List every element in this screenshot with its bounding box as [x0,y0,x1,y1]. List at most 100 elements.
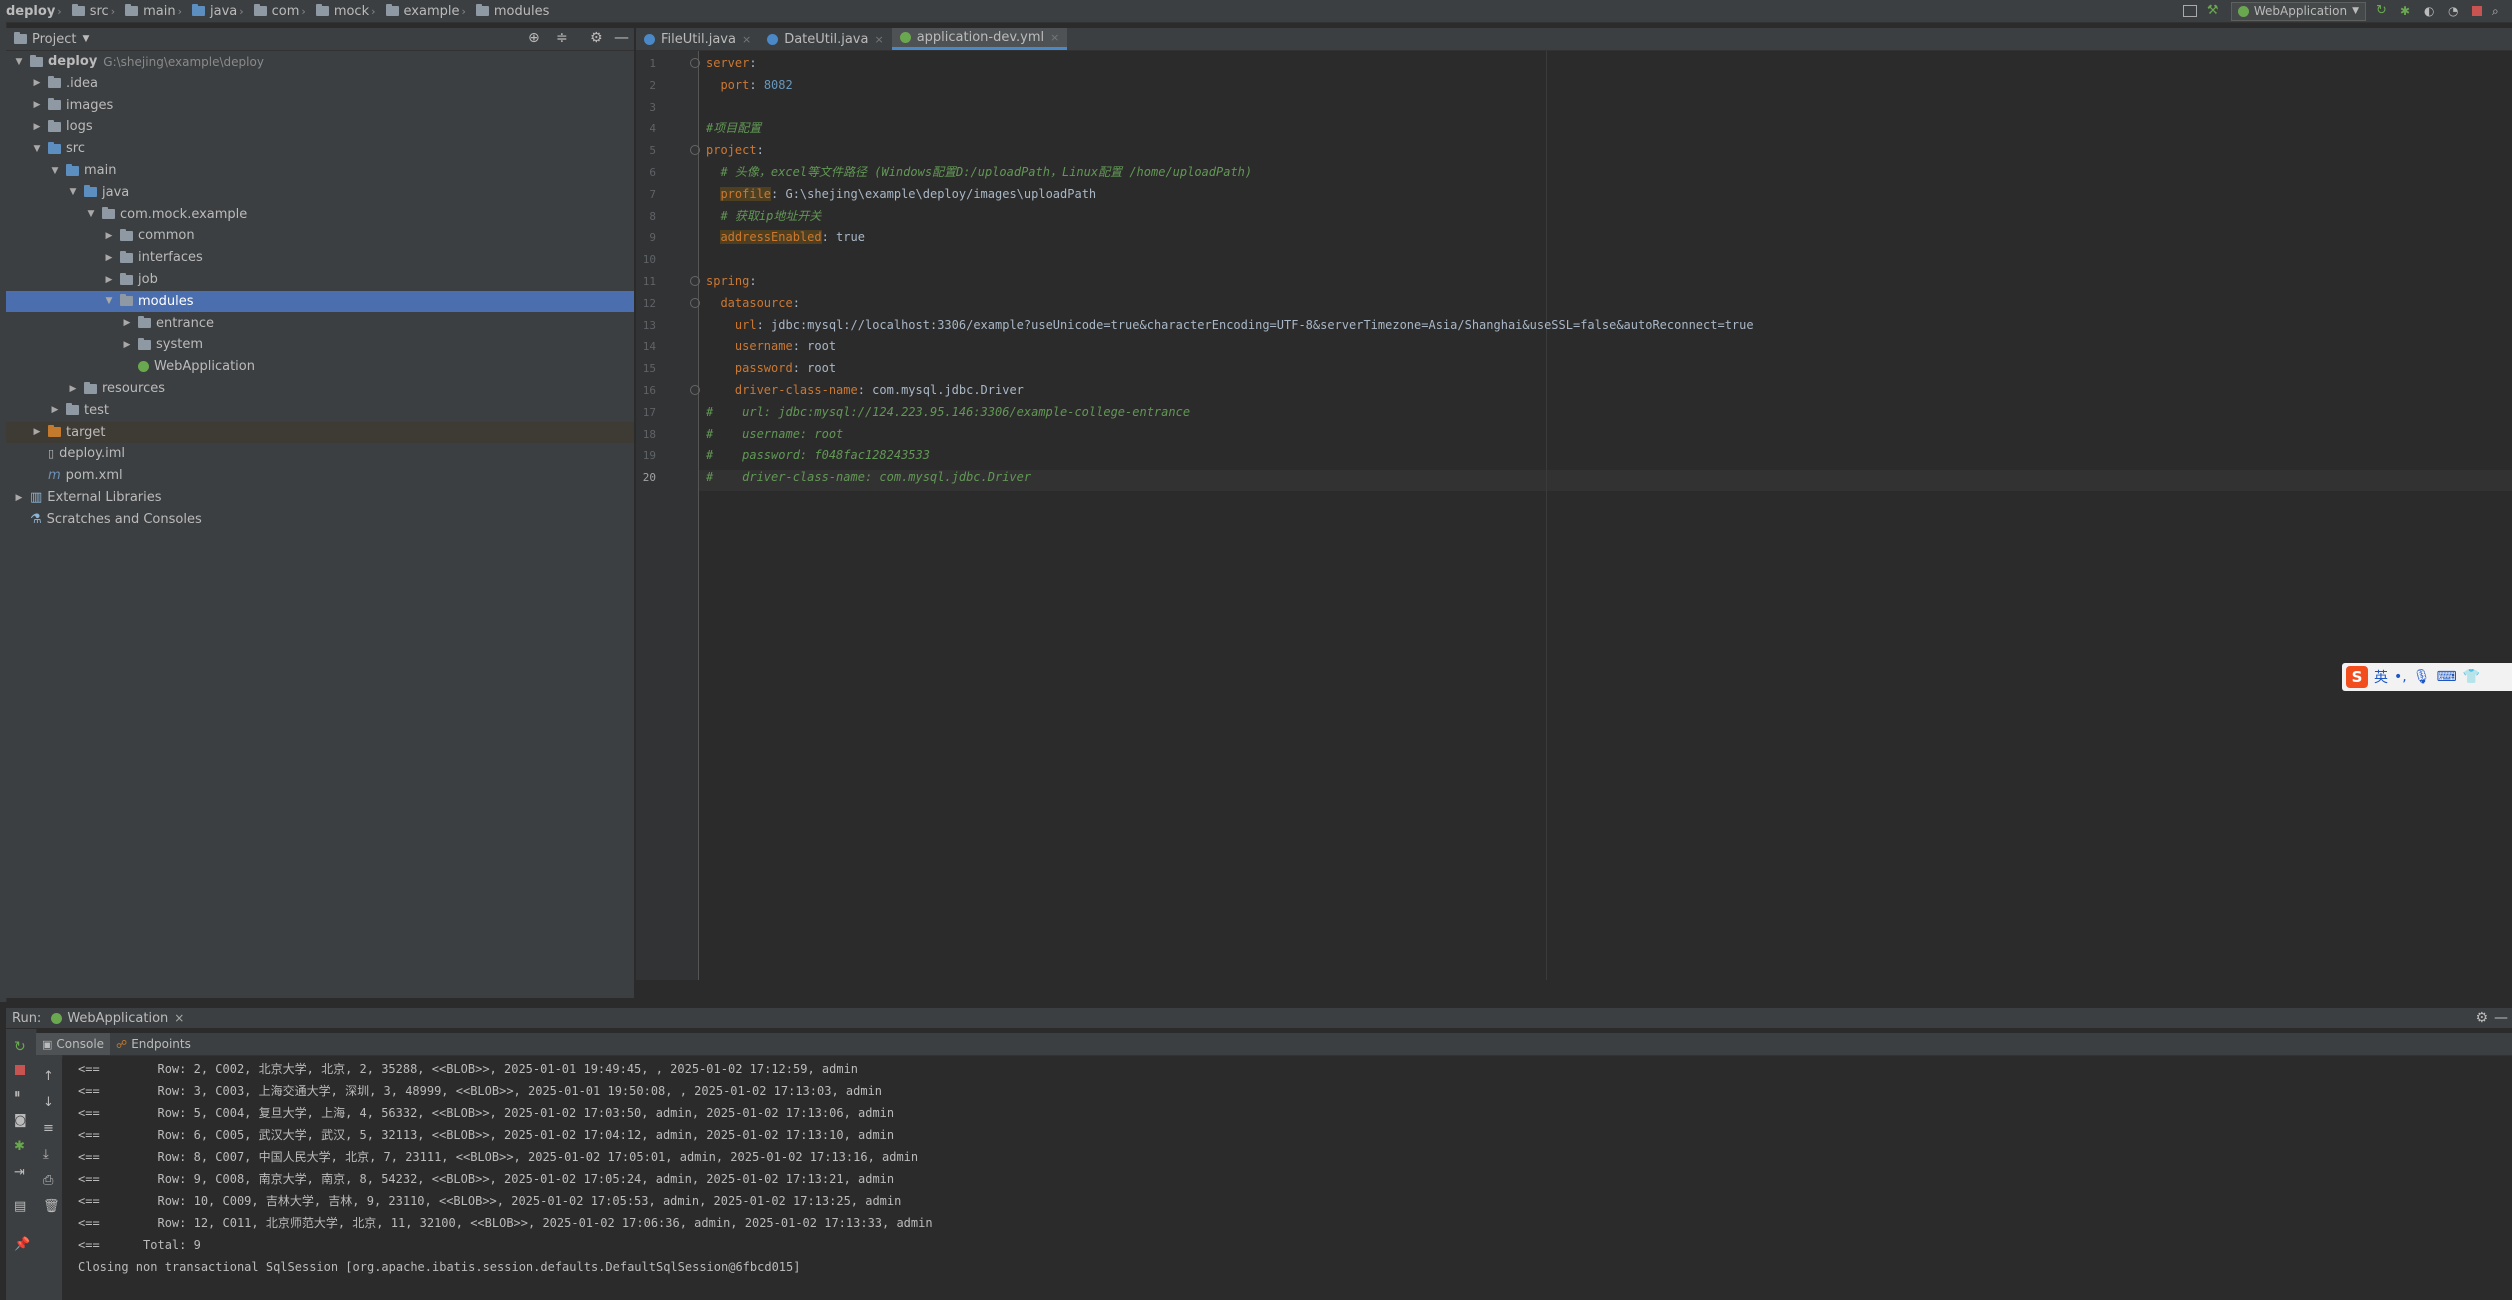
close-icon[interactable]: × [874,33,883,46]
breadcrumb-item[interactable]: com › [253,4,310,19]
tree-item[interactable]: ▼ com.mock.example [6,204,634,225]
breadcrumb-item[interactable]: src › [71,4,119,19]
chevron-right-icon[interactable]: ▶ [66,384,80,394]
chevron-down-icon[interactable]: ▼ [102,296,116,306]
profile-icon[interactable]: ◔ [2448,4,2462,18]
skin-icon[interactable]: 👕 [2463,669,2480,685]
tree-item[interactable]: ▶ target [6,421,634,443]
locate-icon[interactable]: ⊕ [528,30,540,46]
chevron-right-icon[interactable]: ▶ [120,340,134,350]
breadcrumb-item[interactable]: java › [191,4,248,19]
gear-icon[interactable]: ⚙ [590,30,603,46]
print-icon[interactable]: ⎙ [43,1173,53,1188]
arrow-down-icon[interactable]: ↓ [43,1095,54,1110]
chevron-right-icon[interactable]: ▶ [102,275,116,285]
chevron-right-icon[interactable]: ▶ [102,231,116,241]
chevron-right-icon[interactable]: ▶ [30,78,44,88]
search-icon[interactable]: ⌕ [2492,4,2506,18]
scroll-to-end-icon[interactable]: ⤓ [43,1147,49,1162]
stop-icon[interactable] [15,1065,25,1075]
editor-tab[interactable]: DateUtil.java × [759,28,892,50]
tree-item[interactable]: ▶ system [6,334,634,355]
ime-toolbar[interactable]: S 英 •, 🎙 ⌨ 👕 [2342,663,2512,691]
rerun-icon[interactable]: ↻ [2376,4,2390,18]
tree-item[interactable]: ▼ java [6,182,634,203]
rerun-icon[interactable]: ↻ [14,1039,26,1055]
fold-marker-icon[interactable] [690,58,700,68]
tree-item[interactable]: ▶ entrance [6,313,634,334]
breadcrumb-item[interactable]: mock › [315,4,380,19]
tab-console[interactable]: ▣ Console [36,1033,111,1055]
hide-icon[interactable]: — [614,28,629,46]
run-config-select[interactable]: WebApplication ▼ [2230,1,2366,21]
pin-icon[interactable]: 📌 [14,1237,30,1252]
breadcrumb-item[interactable]: main › [125,4,186,19]
editor-tab[interactable]: FileUtil.java × [636,28,759,50]
tree-item[interactable]: ▶ ▥ External Libraries [6,487,634,508]
close-icon[interactable]: × [1050,31,1059,44]
pause-icon[interactable]: ⏸ [14,1087,21,1102]
breadcrumb-item[interactable]: modules [475,4,549,19]
layout-icon[interactable] [2182,5,2197,17]
debug-icon[interactable]: ✱ [14,1139,25,1154]
tree-item[interactable]: ▯ deploy.iml [6,443,634,464]
microphone-icon[interactable]: 🎙 [2413,669,2431,685]
camera-icon[interactable]: ◙ [14,1113,27,1128]
hide-icon[interactable]: — [2494,1010,2508,1026]
editor-tab[interactable]: application-dev.yml × [891,28,1068,50]
tree-item[interactable]: WebApplication [6,356,634,377]
ime-language[interactable]: 英 [2374,667,2388,687]
project-panel-title[interactable]: Project [32,32,76,47]
chevron-right-icon[interactable]: ▶ [48,405,62,415]
exit-icon[interactable]: ⇥ [14,1165,25,1180]
close-icon[interactable]: × [174,1011,184,1025]
chevron-down-icon[interactable]: ▼ [30,144,44,154]
close-icon[interactable]: × [742,33,751,46]
ime-punct[interactable]: •, [2394,669,2407,685]
keyboard-icon[interactable]: ⌨ [2437,669,2457,685]
tree-item[interactable]: ▶ test [6,400,634,421]
tree-item[interactable]: ▼ src [6,138,634,159]
fold-marker-icon[interactable] [690,385,700,395]
chevron-down-icon[interactable]: ▼ [12,57,26,67]
chevron-right-icon[interactable]: ▶ [12,493,26,503]
tree-item[interactable]: ▶ images [6,95,634,116]
chevron-right-icon[interactable]: ▶ [30,100,44,110]
tree-item[interactable]: ▼ main [6,160,634,181]
tree-item[interactable]: ▶ interfaces [6,247,634,268]
build-hammer-icon[interactable]: ⚒ [2207,4,2221,18]
tab-endpoints[interactable]: ☍ Endpoints [110,1037,197,1051]
tree-item[interactable]: m pom.xml [6,465,634,486]
tree-item[interactable]: ▶ resources [6,378,634,399]
chevron-down-icon[interactable]: ▼ [48,166,62,176]
collapse-all-icon[interactable]: ≑ [556,30,568,46]
debug-icon[interactable]: ✱ [2400,4,2414,18]
coverage-icon[interactable]: ◐ [2424,4,2438,18]
chevron-right-icon[interactable]: ▶ [30,427,44,437]
layout-icon[interactable]: ▤ [14,1199,26,1214]
tree-item[interactable]: ▶ job [6,269,634,290]
breadcrumb-item[interactable]: example › [385,4,470,19]
run-config-tab[interactable]: WebApplication [67,1011,168,1026]
code-line: url: jdbc:mysql://localhost:3306/example… [734,317,1754,332]
gear-icon[interactable]: ⚙ [2475,1010,2488,1026]
chevron-down-icon[interactable]: ▼ [82,34,89,44]
tree-item[interactable]: ▶ .idea [6,73,634,94]
tree-item[interactable]: ▶ logs [6,116,634,137]
arrow-up-icon[interactable]: ↑ [43,1069,54,1084]
chevron-down-icon[interactable]: ▼ [66,187,80,197]
breadcrumb-item[interactable]: deploy › [6,4,66,19]
chevron-down-icon[interactable]: ▼ [84,209,98,219]
tree-item[interactable]: ▶ common [6,225,634,246]
chevron-right-icon[interactable]: ▶ [30,122,44,132]
chevron-right-icon[interactable]: ▶ [102,253,116,263]
soft-wrap-icon[interactable]: ≡ [43,1121,54,1136]
chevron-right-icon[interactable]: ▶ [120,318,134,328]
tree-item[interactable]: ▼ modules [6,290,634,312]
stop-icon[interactable] [2472,6,2482,16]
tree-item[interactable]: ▼ deploy G:\shejing\example\deploy [6,51,634,72]
fold-marker-icon[interactable] [690,276,700,286]
trash-icon[interactable]: 🗑 [43,1199,60,1214]
tree-item[interactable]: ⚗ Scratches and Consoles [6,509,634,530]
fold-marker-icon[interactable] [690,297,700,308]
